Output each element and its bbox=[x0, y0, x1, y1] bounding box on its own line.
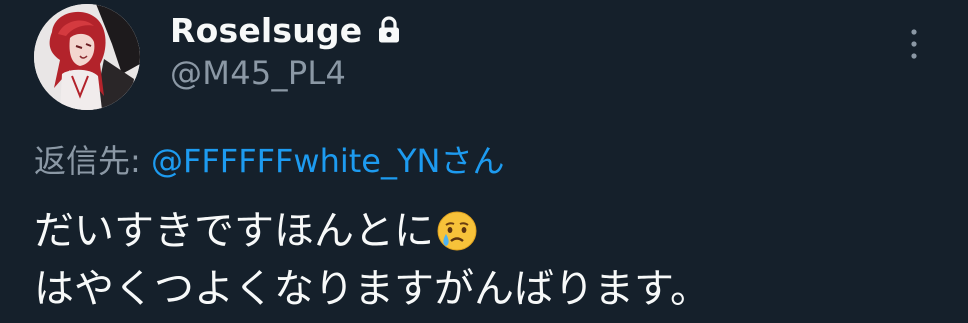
tweet-line-2: はやくつよくなりますがんばります。 bbox=[34, 260, 710, 318]
reply-prefix: 返信先: bbox=[34, 142, 151, 180]
reply-context: 返信先: @FFFFFFwhite_YNさん bbox=[34, 136, 504, 182]
crying-face-emoji-icon bbox=[436, 210, 478, 252]
tweet-line-1: だいすきですほんとに bbox=[34, 202, 710, 260]
avatar[interactable] bbox=[34, 4, 140, 110]
tweet-line-2-text: はやくつよくなりますがんばります。 bbox=[34, 266, 710, 312]
tweet-text: だいすきですほんとに はやくつよくなりますがんばります。 bbox=[34, 202, 710, 318]
author-handle[interactable]: @M45_PL4 bbox=[170, 54, 346, 92]
display-name[interactable]: Roselsuge bbox=[170, 11, 362, 50]
avatar-image bbox=[34, 4, 140, 110]
lock-icon bbox=[376, 15, 402, 45]
reply-to-user-link[interactable]: @FFFFFFwhite_YNさん bbox=[151, 142, 505, 180]
tweet-line-1-text: だいすきですほんとに bbox=[34, 208, 434, 254]
author-name-row[interactable]: Roselsuge bbox=[170, 8, 402, 52]
more-vertical-icon[interactable] bbox=[900, 24, 928, 64]
